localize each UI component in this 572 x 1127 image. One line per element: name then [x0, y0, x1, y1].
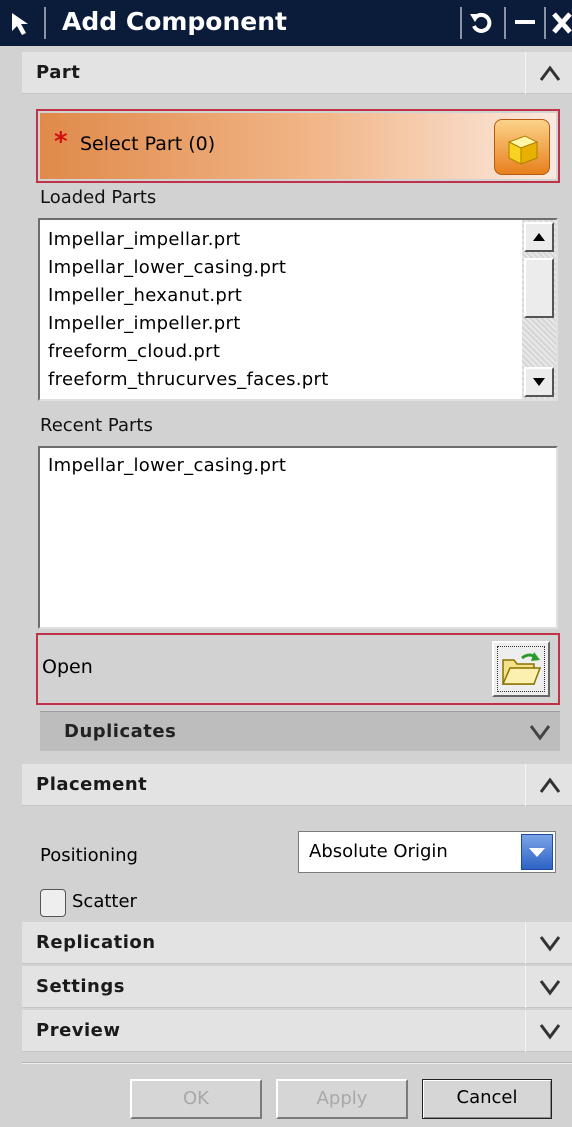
close-button[interactable]: [548, 6, 572, 40]
chevron-down-icon: [529, 848, 545, 857]
open-button[interactable]: [492, 641, 550, 697]
cancel-button[interactable]: Cancel: [422, 1079, 552, 1119]
minimize-button[interactable]: [508, 6, 542, 40]
chevron-up-icon[interactable]: [538, 62, 562, 84]
window-titlebar[interactable]: Add Component: [0, 0, 572, 46]
recent-parts-label: Recent Parts: [40, 415, 153, 436]
scroll-thumb[interactable]: [524, 258, 554, 318]
scroll-up-button[interactable]: [524, 222, 554, 252]
open-row[interactable]: Open: [36, 633, 560, 705]
list-item[interactable]: freeform_cloud.prt: [40, 338, 556, 366]
footer-divider: [22, 1062, 572, 1064]
folder-open-icon: [501, 652, 542, 685]
window-title: Add Component: [62, 7, 287, 36]
required-star: *: [54, 127, 68, 157]
titlebar-separator: [504, 7, 506, 39]
duplicates-group-header[interactable]: Duplicates: [40, 711, 560, 751]
close-icon: [552, 12, 572, 34]
loaded-parts-label: Loaded Parts: [40, 187, 157, 208]
preview-group-title: Preview: [36, 1020, 121, 1041]
placement-group-title: Placement: [36, 774, 148, 795]
header-separator: [525, 764, 526, 806]
positioning-select[interactable]: Absolute Origin: [298, 831, 556, 873]
open-label: Open: [42, 656, 93, 678]
select-part-row[interactable]: * Select Part (0): [36, 109, 560, 183]
replication-group-title: Replication: [36, 932, 156, 953]
titlebar-separator: [544, 7, 546, 39]
scatter-label: Scatter: [72, 891, 137, 912]
placement-group-header[interactable]: Placement: [22, 764, 572, 806]
minimize-icon: [515, 20, 535, 24]
chevron-down-icon[interactable]: [538, 976, 562, 998]
loaded-parts-list[interactable]: Impellar_impellar.prt Impellar_lower_cas…: [38, 218, 558, 401]
replication-group-header[interactable]: Replication: [22, 922, 572, 964]
cube-icon: [507, 135, 539, 165]
part-group-header[interactable]: Part: [22, 52, 572, 94]
scroll-down-button[interactable]: [524, 367, 554, 397]
scatter-checkbox[interactable]: [40, 889, 66, 917]
list-item[interactable]: freeform_thrucurves_faces.prt: [40, 366, 556, 394]
dropdown-button[interactable]: [521, 834, 553, 870]
header-separator: [525, 1010, 526, 1052]
positioning-value: Absolute Origin: [309, 841, 448, 862]
ok-button[interactable]: OK: [130, 1079, 262, 1119]
chevron-up-icon[interactable]: [538, 774, 562, 796]
header-separator: [525, 52, 526, 94]
arrow-up-icon: [533, 233, 545, 241]
reset-icon: [470, 12, 492, 33]
settings-group-title: Settings: [36, 976, 125, 997]
list-item[interactable]: Impellar_lower_casing.prt: [40, 254, 556, 282]
positioning-label: Positioning: [40, 845, 138, 866]
apply-button[interactable]: Apply: [276, 1079, 408, 1119]
recent-parts-list[interactable]: Impellar_lower_casing.prt: [38, 446, 558, 629]
chevron-down-icon[interactable]: [528, 721, 552, 743]
titlebar-separator: [460, 7, 462, 39]
list-item[interactable]: Impellar_impellar.prt: [40, 226, 556, 254]
list-item[interactable]: Impeller_hexanut.prt: [40, 282, 556, 310]
header-separator: [525, 966, 526, 1008]
chevron-down-icon[interactable]: [538, 1020, 562, 1042]
duplicates-title: Duplicates: [64, 721, 177, 742]
list-item[interactable]: Impellar_lower_casing.prt: [40, 452, 556, 480]
part-group-title: Part: [36, 62, 81, 83]
list-item[interactable]: Impeller_impeller.prt: [40, 310, 556, 338]
arrow-down-icon: [533, 378, 545, 386]
select-part-label: Select Part (0): [80, 133, 216, 155]
header-separator: [525, 922, 526, 964]
add-component-dialog: Part * Select Part (0) Loaded Parts Impe…: [0, 46, 572, 1127]
chevron-down-icon[interactable]: [538, 932, 562, 954]
part-group-body: * Select Part (0) Loaded Parts Impellar_…: [22, 95, 572, 758]
select-part-button[interactable]: [494, 119, 550, 175]
preview-group-header[interactable]: Preview: [22, 1010, 572, 1052]
settings-group-header[interactable]: Settings: [22, 966, 572, 1008]
reset-button[interactable]: [464, 6, 498, 40]
loaded-parts-scrollbar[interactable]: [522, 220, 556, 399]
select-pointer-icon: [12, 13, 28, 35]
placement-group-body: Positioning Absolute Origin Scatter: [22, 807, 572, 921]
titlebar-separator: [44, 7, 46, 39]
